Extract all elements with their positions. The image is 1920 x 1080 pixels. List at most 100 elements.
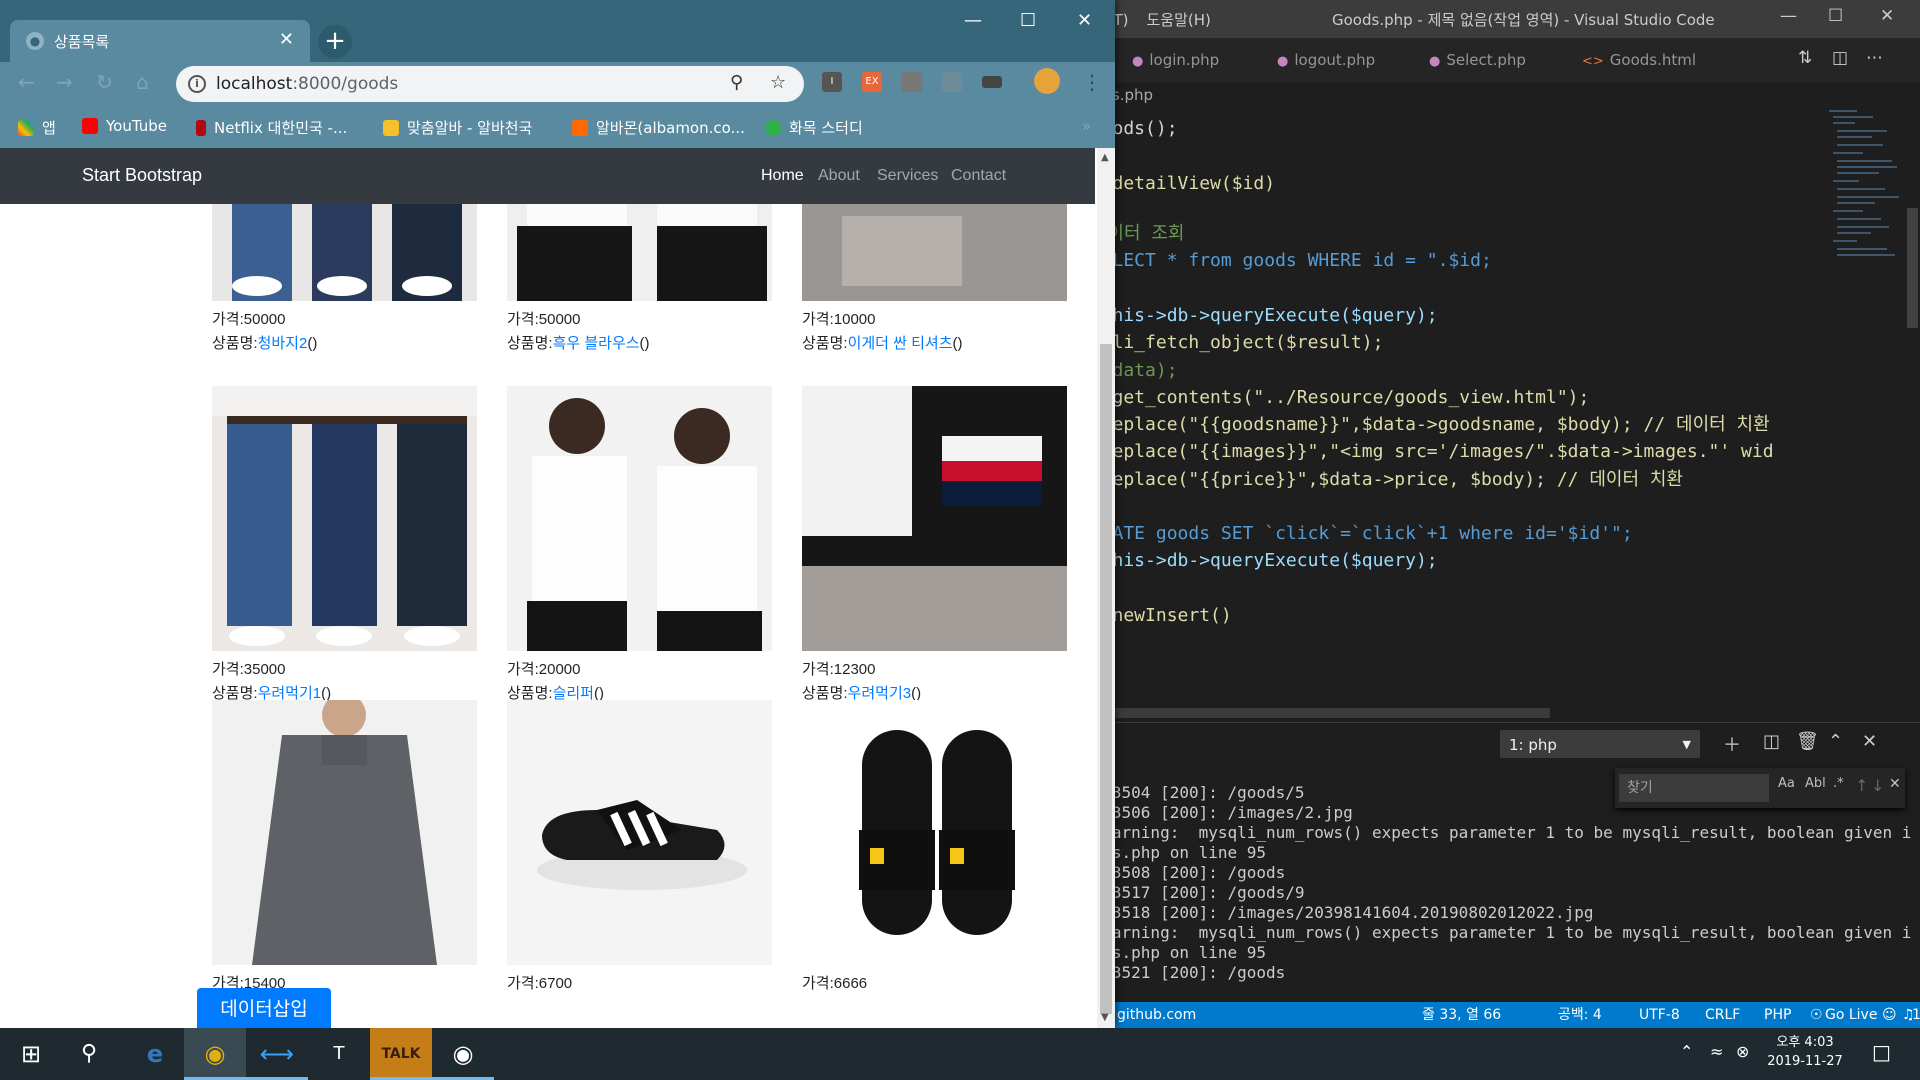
site-brand[interactable]: Start Bootstrap [82,165,202,186]
php-file-icon: ● [1277,54,1289,69]
reload-icon[interactable]: ↻ [96,70,113,94]
mute-icon[interactable]: ⊗ [1736,1042,1749,1061]
terminal-line: oods.php on line 95 [1083,943,1267,962]
close-icon[interactable]: ✕ [1880,6,1894,26]
breadcrumb[interactable]: oods.php [1080,82,1920,108]
site-navbar: Start Bootstrap Home About Services Cont… [0,148,1095,204]
code-editor[interactable]: >goods(); on detailView($id) 데이터 조회 SELE… [1080,115,1825,720]
scrollbar-thumb[interactable] [1907,208,1918,328]
kakaotalk-icon[interactable]: TALK [370,1028,432,1080]
vscode-icon[interactable]: ⟷ [246,1028,308,1080]
status-encoding[interactable]: UTF-8 [1639,1002,1680,1028]
status-language[interactable]: PHP [1764,1002,1791,1028]
system-clock[interactable]: 오후 4:03 2019-11-27 [1760,1033,1850,1071]
edge-icon[interactable]: e [124,1028,186,1080]
split-editor-icon[interactable]: ◫ [1832,48,1848,68]
home-icon[interactable]: ⌂ [136,70,149,94]
terminal-line: oods.php on line 95 [1083,843,1267,862]
compare-changes-icon[interactable]: ⇅ [1798,48,1812,68]
nav-home[interactable]: Home [761,167,804,185]
page-scrollbar[interactable]: ▲ ▼ [1097,148,1115,1028]
terminal-output[interactable]: 1:63504 [200]: /goods/5 1:63506 [200]: /… [1080,783,1920,983]
extension-puzzle-icon[interactable] [942,72,962,92]
product-link[interactable]: 이게더 싼 티셔츠 [848,335,953,352]
terminal-select[interactable]: 1: php ▼ [1500,730,1700,758]
notification-center-icon[interactable]: □ [1872,1040,1891,1064]
new-terminal-icon[interactable]: ＋ [1723,731,1741,757]
more-bookmarks-icon[interactable]: » [1082,117,1091,135]
nav-contact[interactable]: Contact [951,167,1006,185]
bookmark-alba[interactable]: 맞춤알바 - 알바천국 [383,117,532,138]
menu-help[interactable]: 도움말(H) [1146,11,1210,29]
info-icon[interactable]: i [188,75,206,93]
editor-vertical-scrollbar[interactable] [1905,108,1920,718]
split-terminal-icon[interactable]: ◫ [1763,731,1780,752]
status-eol[interactable]: CRLF [1705,1002,1740,1028]
bookmark-netflix[interactable]: Netflix 대한민국 -... [196,117,347,138]
typora-icon[interactable]: T [308,1028,370,1080]
maximize-icon[interactable]: ☐ [1020,10,1036,31]
extension-cast-icon[interactable] [982,76,1002,88]
nav-about[interactable]: About [818,167,860,185]
bookmark-albamon[interactable]: 알바몬(albamon.co... [572,117,745,138]
close-tab-icon[interactable]: ✕ [279,29,294,50]
status-notifications[interactable]: 1 [1912,1002,1920,1028]
tab-logout-php[interactable]: ● logout.php [1265,38,1375,82]
close-panel-icon[interactable]: ✕ [1862,731,1877,752]
bookmark-study[interactable]: 화목 스터디 [765,117,863,138]
minimize-icon[interactable]: — [1780,6,1797,26]
scroll-up-icon[interactable]: ▲ [1101,152,1109,163]
extension-icon[interactable]: I [822,72,842,92]
terminal-line: 1:63506 [200]: /images/2.jpg [1083,803,1353,822]
bookmark-star-icon[interactable]: ☆ [770,72,786,93]
chrome-icon[interactable]: ◉ [184,1028,246,1080]
product-image[interactable] [507,386,772,651]
scroll-down-icon[interactable]: ▼ [1101,1012,1109,1023]
product-image[interactable] [802,700,1067,965]
more-actions-icon[interactable]: ⋯ [1866,48,1883,68]
address-bar[interactable]: i localhost:8000/goods ⚲ ☆ [176,66,804,102]
status-indent[interactable]: 공백: 4 [1558,1002,1602,1028]
bookmark-apps[interactable]: 앱 [18,117,56,138]
profile-avatar[interactable] [1034,68,1060,94]
nav-services[interactable]: Services [877,167,938,185]
menu-icon[interactable]: ⋮ [1082,70,1102,94]
product-image[interactable] [212,700,477,965]
close-icon[interactable]: ✕ [1077,10,1092,31]
product-link[interactable]: 흑우 블라우스 [553,335,640,352]
product-image[interactable] [802,386,1067,651]
browser-tab[interactable]: ● 상품목록 ✕ [10,20,310,62]
maximize-panel-icon[interactable]: ⌃ [1828,731,1843,752]
status-bar: github.com 줄 33, 열 66 공백: 4 UTF-8 CRLF P… [1080,1002,1920,1028]
windows-start-icon[interactable]: ⊞ [0,1028,62,1080]
bookmark-youtube[interactable]: YouTube [82,117,167,135]
maximize-icon[interactable]: ☐ [1828,6,1843,26]
smiley-icon[interactable]: ☺ [1882,1002,1897,1028]
tab-select-php[interactable]: ● Select.php [1417,38,1526,82]
page-viewport[interactable]: 가격:50000 상품명:청바지2() 가격:50000 상품명:흑우 블라우스… [0,148,1115,1028]
game-icon[interactable]: ◉ [432,1028,494,1080]
network-icon[interactable]: ≈ [1710,1042,1723,1061]
insert-data-button[interactable]: 데이터삽입 [197,988,331,1028]
product-image[interactable] [212,386,477,651]
chevron-up-icon[interactable]: ⌃ [1680,1042,1693,1061]
product-image[interactable] [507,700,772,965]
back-icon[interactable]: ← [18,70,35,94]
extension-screenshot-icon[interactable] [902,72,922,92]
search-icon[interactable]: ⚲ [58,1028,120,1080]
status-position[interactable]: 줄 33, 열 66 [1422,1002,1501,1028]
new-tab-button[interactable]: + [318,25,352,59]
extension-ex-icon[interactable]: EX [862,72,882,92]
trash-icon[interactable]: 🗑 [1796,731,1819,752]
minimize-icon[interactable]: — [964,10,982,31]
zoom-icon[interactable]: ⚲ [730,72,743,93]
tab-login-php[interactable]: ● login.php [1120,38,1219,82]
status-golive[interactable]: Go Live [1825,1002,1877,1028]
product-link[interactable]: 청바지2 [258,335,308,352]
forward-icon[interactable]: → [56,70,73,94]
tab-goods-html[interactable]: <> Goods.html [1570,38,1696,82]
horizontal-scrollbar[interactable] [1080,708,1550,718]
scrollbar-thumb[interactable] [1100,344,1112,1014]
status-remote[interactable]: github.com [1117,1002,1196,1028]
minimap[interactable] [1825,108,1905,718]
